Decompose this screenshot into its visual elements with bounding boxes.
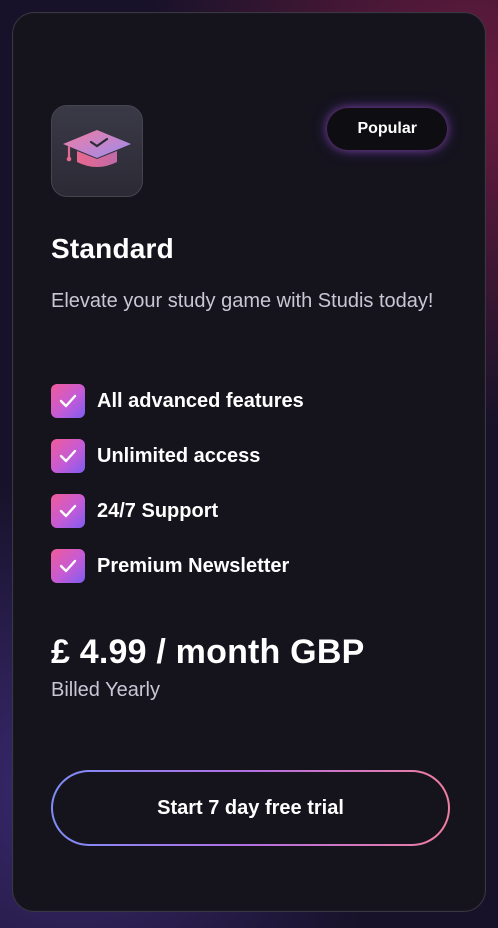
check-icon: [51, 549, 85, 583]
pricing-card: Popular Standard Elevate your study game…: [12, 12, 486, 912]
cta-button-border: Start 7 day free trial: [51, 770, 450, 846]
feature-item: Premium Newsletter: [51, 548, 304, 584]
price-label: £ 4.99 / month GBP: [51, 633, 365, 671]
feature-item: 24/7 Support: [51, 493, 304, 529]
feature-label: Unlimited access: [97, 444, 261, 467]
feature-label: Premium Newsletter: [97, 554, 290, 577]
plan-icon-tile: [51, 105, 143, 197]
feature-item: All advanced features: [51, 383, 304, 419]
check-icon: [51, 439, 85, 473]
popular-badge: Popular: [327, 108, 447, 150]
feature-label: All advanced features: [97, 389, 304, 412]
feature-list: All advanced features Unlimited access 2…: [51, 383, 304, 603]
check-icon: [51, 384, 85, 418]
billing-period: Billed Yearly: [51, 679, 160, 701]
plan-description: Elevate your study game with Studis toda…: [51, 290, 434, 312]
check-icon: [51, 494, 85, 528]
feature-label: 24/7 Support: [97, 499, 219, 522]
feature-item: Unlimited access: [51, 438, 304, 474]
start-trial-button[interactable]: Start 7 day free trial: [53, 772, 448, 844]
plan-title: Standard: [51, 233, 174, 264]
graduation-cap-icon: [61, 126, 133, 177]
